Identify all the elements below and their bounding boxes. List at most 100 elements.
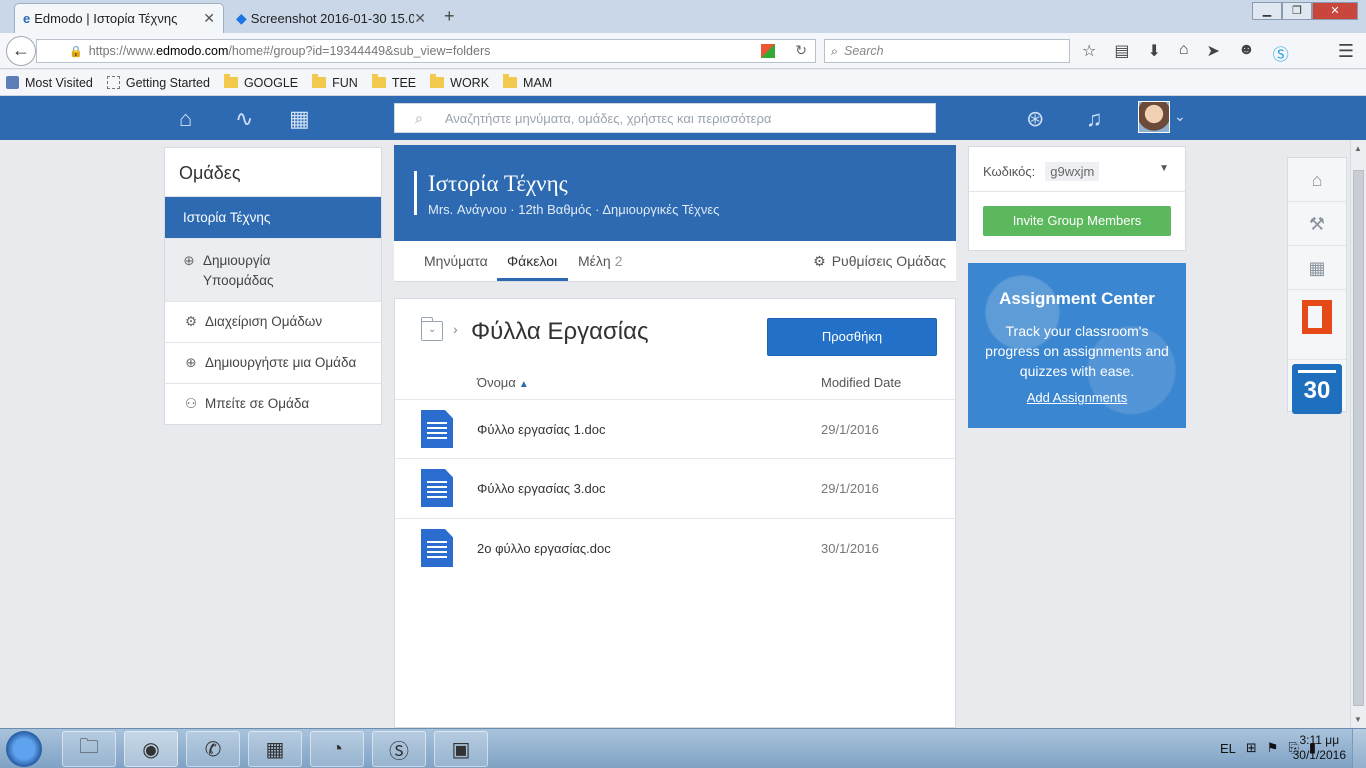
browser-search-input[interactable]: ⌕ Search	[824, 39, 1070, 63]
document-icon	[421, 469, 453, 507]
tab-close-icon[interactable]: ✕	[414, 10, 426, 27]
file-name[interactable]: 2ο φύλλο εργασίας.doc	[477, 541, 611, 556]
sidebar-item-create-subgroup[interactable]: ⊕ Δημιουργία Υποομάδας	[165, 238, 381, 301]
show-desktop-button[interactable]	[1352, 729, 1366, 768]
add-button[interactable]: Προσθήκη	[767, 318, 937, 356]
sidebar-item-label: Μπείτε σε Ομάδα	[205, 396, 310, 411]
menu-icon[interactable]: ☰	[1338, 41, 1354, 62]
chat-icon[interactable]: ☻	[1238, 41, 1255, 65]
reading-list-icon[interactable]: ▤	[1114, 41, 1129, 65]
reload-icon[interactable]: ↻	[795, 42, 807, 59]
snapshot-icon[interactable]: ⊛	[1026, 106, 1044, 132]
avg-icon[interactable]	[761, 44, 775, 58]
download-icon[interactable]: ⬇	[1147, 41, 1160, 65]
settings-label: Ρυθμίσεις Ομάδας	[831, 253, 946, 269]
sidebar-item-art-history[interactable]: Ιστορία Τέχνης	[165, 196, 381, 238]
folder-dropdown-icon[interactable]: ⌄	[421, 317, 443, 341]
folder-panel: ⌄ › Φύλλα Εργασίας Προσθήκη Όνομα ▲ Modif…	[394, 298, 956, 728]
bookmark-folder-tee[interactable]: TEE	[371, 74, 416, 90]
url-bar[interactable]: 🔒 https://www. edmodo.com/home#/group?id=…	[36, 39, 816, 63]
groups-sidebar: Ομάδες Ιστορία Τέχνης ⊕ Δημιουργία Υποομ…	[164, 147, 382, 425]
url-path: /home#/group?id=19344449&sub_view=folder…	[228, 44, 491, 58]
language-indicator[interactable]: EL	[1220, 741, 1236, 756]
tab-edmodo[interactable]: e Edmodo | Ιστορία Τέχνης ✕	[14, 3, 224, 33]
tab-close-icon[interactable]: ✕	[203, 10, 215, 27]
page-scrollbar[interactable]: ▲ ▼	[1350, 140, 1366, 728]
file-name[interactable]: Φύλλο εργασίας 3.doc	[477, 481, 605, 496]
calculator-icon[interactable]: ▦	[248, 731, 302, 767]
tab-folders[interactable]: Φάκελοι	[507, 253, 557, 269]
library-icon[interactable]: ▦	[289, 106, 310, 132]
sidebar-item-label: Ιστορία Τέχνης	[183, 210, 271, 225]
home-icon[interactable]: ⌂	[1179, 41, 1189, 65]
file-row[interactable]: Φύλλο εργασίας 3.doc 29/1/2016	[395, 458, 955, 518]
scroll-down-arrow[interactable]: ▼	[1354, 715, 1362, 724]
calendar-icon: 30	[1292, 364, 1342, 414]
avatar[interactable]	[1138, 101, 1170, 133]
sort-ascending-icon: ▲	[518, 379, 529, 390]
windows-icon[interactable]: ⊞	[1246, 740, 1257, 756]
tab-messages[interactable]: Μηνύματα	[424, 253, 488, 269]
edmodo-search-input[interactable]: ⌕ Αναζητήστε μηνύματα, ομάδες, χρήστες κ…	[394, 103, 936, 133]
scroll-thumb[interactable]	[1353, 170, 1364, 706]
chevron-down-icon[interactable]: ⌄	[1174, 108, 1186, 125]
invite-members-button[interactable]: Invite Group Members	[983, 206, 1171, 236]
bookmark-star-icon[interactable]: ☆	[1082, 41, 1096, 65]
clock[interactable]: 3:11 μμ 30/1/2016	[1293, 733, 1346, 763]
sidebar-item-join-group[interactable]: ⚇ Μπείτε σε Ομάδα	[165, 383, 381, 424]
scroll-up-arrow[interactable]: ▲	[1354, 144, 1362, 153]
url-scheme: https://www.	[88, 44, 157, 58]
new-tab-button[interactable]: +	[444, 6, 455, 27]
search-placeholder: Search	[844, 44, 884, 58]
send-icon[interactable]: ➤	[1207, 41, 1220, 65]
viber-icon[interactable]: ✆	[186, 731, 240, 767]
lock-icon[interactable]: 🔒	[69, 45, 83, 58]
window-close-button[interactable]: ✕	[1312, 2, 1358, 20]
file-name[interactable]: Φύλλο εργασίας 1.doc	[477, 422, 605, 437]
minimize-button[interactable]: ▁	[1252, 2, 1282, 20]
sidebar-item-manage-groups[interactable]: ⚙ Διαχείριση Ομάδων	[165, 301, 381, 342]
column-header-date[interactable]: Modified Date	[821, 375, 901, 390]
firefox-icon[interactable]: ◉	[124, 731, 178, 767]
tab-screenshot[interactable]: ◆ Screenshot 2016-01-30 15.0... ✕	[228, 3, 434, 33]
flag-icon[interactable]: ⚑	[1267, 740, 1279, 756]
office-app[interactable]	[1288, 298, 1346, 360]
back-button[interactable]: ←	[6, 36, 36, 66]
bookmark-folder-fun[interactable]: FUN	[312, 74, 358, 90]
users-icon: ⚇	[184, 396, 198, 411]
most-visited-icon	[6, 76, 19, 89]
group-settings-button[interactable]: ⚙ Ρυθμίσεις Ομάδας	[813, 253, 946, 270]
skype-icon[interactable]: Ⓢ	[372, 731, 426, 767]
bookmark-most-visited[interactable]: Most Visited	[6, 76, 93, 90]
bookmark-getting-started[interactable]: Getting Started	[106, 76, 210, 90]
caret-down-icon[interactable]: ▼	[1159, 163, 1169, 174]
explorer-icon[interactable]: 🗀	[62, 731, 116, 767]
powerpoint-icon[interactable]: ▣	[434, 731, 488, 767]
skype-icon[interactable]: Ⓢ	[1273, 41, 1289, 65]
sidebar-title: Ομάδες	[179, 163, 241, 183]
apps-grid-icon[interactable]: ▦	[1288, 246, 1346, 290]
start-button[interactable]	[6, 731, 42, 767]
wrench-icon[interactable]: ⚒	[1288, 202, 1346, 246]
activity-icon[interactable]: ∿	[235, 106, 253, 132]
speedtest-icon[interactable]: ◔	[310, 731, 364, 767]
home-icon[interactable]: ⌂	[179, 106, 192, 132]
file-date: 29/1/2016	[821, 481, 879, 496]
bookmark-folder-work[interactable]: WORK	[430, 74, 489, 90]
file-row[interactable]: 2ο φύλλο εργασίας.doc 30/1/2016	[395, 518, 955, 578]
bookmark-folder-mam[interactable]: MAM	[503, 74, 552, 90]
notifications-bell-icon[interactable]: ♫	[1086, 106, 1103, 132]
calendar-app[interactable]: 30	[1288, 364, 1346, 424]
column-header-name[interactable]: Όνομα ▲	[477, 375, 529, 390]
plus-circle-icon: ⊕	[185, 355, 197, 370]
file-row[interactable]: Φύλλο εργασίας 1.doc 29/1/2016	[395, 399, 955, 459]
bookmark-folder-google[interactable]: GOOGLE	[223, 74, 298, 90]
sidebar-item-create-group[interactable]: ⊕ Δημιουργήστε μια Ομάδα	[165, 342, 381, 383]
add-assignments-link[interactable]: Add Assignments	[968, 390, 1186, 405]
folder-title: Φύλλα Εργασίας	[471, 318, 649, 345]
bookmarks-bar: Most Visited Getting Started GOOGLE FUN …	[0, 70, 1366, 96]
maximize-button[interactable]: ❐	[1282, 2, 1312, 20]
store-icon[interactable]: ⌂	[1288, 158, 1346, 202]
file-date: 29/1/2016	[821, 422, 879, 437]
tab-members[interactable]: Μέλη 2	[578, 253, 623, 269]
